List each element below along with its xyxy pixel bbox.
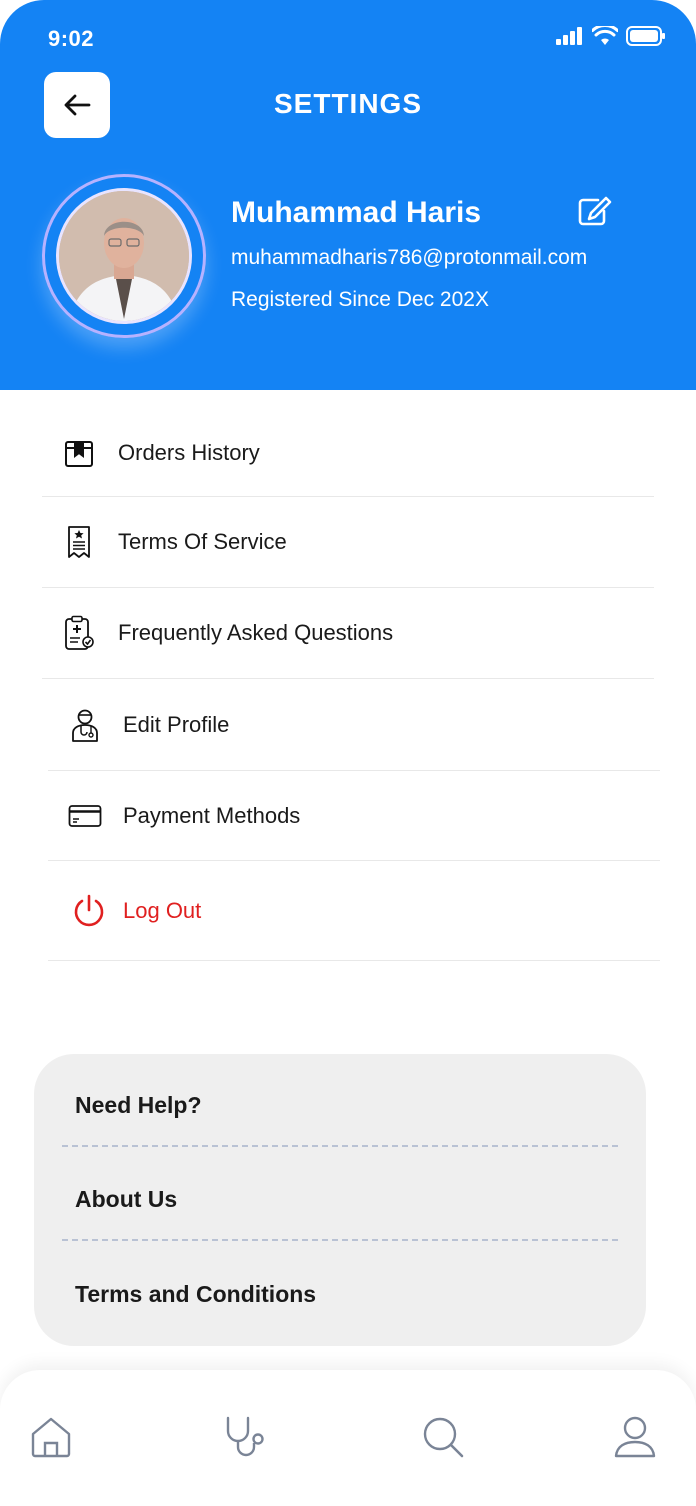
terms-and-conditions-link[interactable]: Terms and Conditions	[75, 1281, 316, 1308]
menu-item-faq[interactable]: Frequently Asked Questions	[42, 588, 654, 679]
menu-item-label: Orders History	[118, 440, 260, 465]
menu-item-label: Log Out	[123, 897, 202, 923]
menu-item-edit-profile[interactable]: Edit Profile	[48, 679, 660, 771]
about-us-link[interactable]: About Us	[75, 1186, 177, 1213]
nav-doctors[interactable]	[222, 1412, 272, 1462]
user-icon	[614, 1416, 656, 1458]
menu-item-label: Payment Methods	[123, 802, 301, 828]
divider	[62, 1239, 618, 1241]
edit-profile-icon[interactable]	[578, 196, 612, 231]
status-icons	[556, 26, 666, 46]
avatar[interactable]	[42, 174, 206, 338]
bottom-nav	[0, 1370, 696, 1506]
profile-header: 9:02 SETTINGS Muhammad Haris muhammadhar…	[0, 0, 696, 390]
menu-item-log-out[interactable]: Log Out	[48, 861, 660, 961]
menu-item-label: Edit Profile	[123, 711, 230, 737]
need-help-link[interactable]: Need Help?	[75, 1092, 202, 1119]
menu-item-terms-of-service[interactable]: Terms Of Service	[42, 497, 654, 588]
power-icon	[71, 893, 107, 929]
nav-home[interactable]	[26, 1412, 76, 1462]
status-time: 9:02	[48, 26, 95, 51]
battery-icon	[626, 26, 665, 46]
wifi-icon	[592, 26, 618, 45]
menu-item-payment-methods[interactable]: Payment Methods	[48, 771, 660, 861]
box-icon	[61, 435, 97, 471]
avatar-photo	[56, 188, 192, 324]
help-card: Need Help? About Us Terms and Conditions	[34, 1054, 646, 1346]
page-title: SETTINGS	[273, 88, 422, 119]
stethoscope-icon	[226, 1416, 264, 1457]
doctor-icon	[67, 707, 103, 743]
nav-profile[interactable]	[610, 1412, 660, 1462]
document-icon	[61, 524, 97, 560]
search-icon	[423, 1417, 464, 1458]
nav-search[interactable]	[418, 1412, 468, 1462]
menu-item-label: Frequently Asked Questions	[118, 620, 394, 645]
credit-card-icon	[67, 798, 103, 834]
profile-name: Muhammad Haris	[231, 196, 482, 229]
signal-icon	[556, 27, 582, 45]
clipboard-check-icon	[61, 615, 97, 651]
menu-item-orders-history[interactable]: Orders History	[42, 410, 654, 497]
profile-email: muhammadharis786@protonmail.com	[231, 246, 588, 269]
profile-registered: Registered Since Dec 202X	[231, 288, 489, 311]
menu-item-label: Terms Of Service	[118, 529, 287, 554]
home-icon	[31, 1417, 71, 1458]
divider	[62, 1145, 618, 1147]
